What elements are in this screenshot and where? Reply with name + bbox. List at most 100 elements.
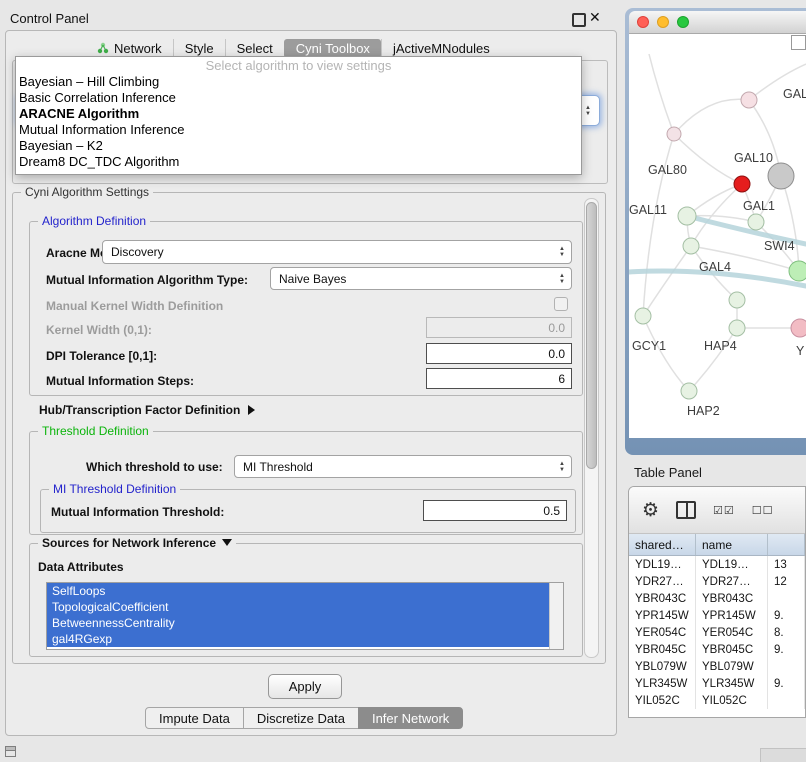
network-node[interactable] (681, 383, 697, 399)
algorithm-definition-group: Algorithm Definition Aracne Mode: Discov… (29, 221, 583, 396)
table-row[interactable]: YLR345WYLR345W9. (629, 675, 805, 692)
bottom-tab-infer-network[interactable]: Infer Network (358, 707, 463, 729)
table-row[interactable]: YBR045CYBR045C9. (629, 641, 805, 658)
algorithm-popup-list: Bayesian – Hill ClimbingBasic Correlatio… (16, 74, 581, 170)
close-traffic-light-icon[interactable] (637, 16, 649, 28)
mi-threshold-field[interactable]: 0.5 (423, 500, 567, 521)
bottom-tab-impute-data[interactable]: Impute Data (145, 707, 244, 729)
algorithm-popup-item[interactable]: Dream8 DC_TDC Algorithm (16, 154, 581, 170)
table-column-header[interactable]: name (696, 534, 768, 555)
combo-arrows-icon: ▲▼ (555, 246, 569, 258)
attribute-item[interactable]: TopologicalCoefficient (47, 599, 549, 615)
dpi-tolerance-field[interactable]: 0.0 (426, 343, 572, 364)
table-row[interactable]: YDL19…YDL19…13 (629, 556, 805, 573)
algorithm-popup: Select algorithm to view settings Bayesi… (15, 56, 582, 175)
threshold-definition-title: Threshold Definition (38, 424, 153, 438)
mi-steps-field[interactable]: 6 (426, 368, 572, 389)
table-cell: YBL079W (629, 658, 696, 675)
combo-arrows-icon: ▲▼ (555, 461, 569, 473)
algorithm-popup-item[interactable]: ARACNE Algorithm (16, 106, 581, 122)
algorithm-popup-item[interactable]: Basic Correlation Inference (16, 90, 581, 106)
panel-corner (760, 748, 806, 762)
table-column-header[interactable] (768, 534, 805, 555)
bottom-tab-bar: Impute DataDiscretize DataInfer Network (145, 707, 463, 729)
table-cell: YDR27… (629, 573, 696, 590)
float-window-icon[interactable] (572, 13, 586, 27)
gear-icon[interactable]: ⚙ (642, 501, 659, 520)
table-row[interactable]: YPR145WYPR145W9. (629, 607, 805, 624)
aracne-mode-combo[interactable]: Discovery ▲▼ (102, 240, 572, 264)
birdseye-toggle[interactable] (791, 35, 806, 50)
mi-type-label: Mutual Information Algorithm Type: (46, 273, 248, 287)
algorithm-popup-item[interactable]: Mutual Information Inference (16, 122, 581, 138)
tab-select[interactable]: Select (225, 39, 284, 58)
data-attributes-list[interactable]: SelfLoopsTopologicalCoefficientBetweenne… (46, 582, 564, 650)
attribute-item[interactable]: gal4RGexp (47, 631, 549, 647)
table-cell: YIL052C (629, 692, 696, 709)
tab-style[interactable]: Style (173, 39, 225, 58)
settings-group-title: Cyni Algorithm Settings (21, 185, 153, 199)
network-node[interactable] (791, 319, 806, 337)
tab-network[interactable]: Network (86, 39, 173, 58)
tab-cyni-toolbox[interactable]: Cyni Toolbox (284, 39, 381, 58)
network-canvas[interactable]: GAL80GAL10GAL11GAL1SWI4GAL4GCY1HAP4HAP2G… (629, 34, 806, 438)
network-node[interactable] (729, 292, 745, 308)
attribute-item[interactable]: BetweennessCentrality (47, 615, 549, 631)
table-cell: 8. (768, 624, 805, 641)
table-column-header[interactable]: shared… (629, 534, 696, 555)
table-row[interactable]: YDR27…YDR27…12 (629, 573, 805, 590)
which-threshold-combo[interactable]: MI Threshold ▲▼ (234, 455, 572, 478)
bottom-tab-discretize-data[interactable]: Discretize Data (243, 707, 359, 729)
which-threshold-label: Which threshold to use: (86, 460, 223, 474)
network-node[interactable] (748, 214, 764, 230)
table-cell: YPR145W (696, 607, 768, 624)
columns-icon[interactable] (676, 501, 696, 519)
table-panel-frame: ⚙ ☑☑ ☐☐ shared…name YDL19…YDL19…13YDR27…… (628, 486, 806, 718)
algorithm-popup-item[interactable]: Bayesian – K2 (16, 138, 581, 154)
table-cell: YER054C (629, 624, 696, 641)
hub-definition-label: Hub/Transcription Factor Definition (39, 403, 240, 417)
network-node[interactable] (768, 163, 794, 189)
settings-scrollbar-thumb[interactable] (586, 202, 597, 469)
network-node-label: GAL10 (734, 151, 773, 165)
network-node[interactable] (789, 261, 806, 281)
network-node-label: HAP4 (704, 339, 737, 353)
settings-scrollbar[interactable] (584, 198, 599, 658)
network-node-label: HAP2 (687, 404, 720, 418)
attribute-item[interactable]: SelfLoops (47, 583, 549, 599)
close-window-icon[interactable]: ✕ (589, 9, 601, 26)
sources-group-title[interactable]: Sources for Network Inference (38, 536, 236, 550)
mi-type-combo[interactable]: Naive Bayes ▲▼ (270, 267, 572, 290)
network-node[interactable] (667, 127, 681, 141)
attributes-scrollbar[interactable] (549, 583, 563, 649)
tab-jactivemnodules[interactable]: jActiveMNodules (381, 39, 501, 58)
cyni-algorithm-settings-group: Cyni Algorithm Settings Algorithm Defini… (12, 192, 606, 664)
network-node-label: GCY1 (632, 339, 666, 353)
network-node[interactable] (683, 238, 699, 254)
network-node[interactable] (678, 207, 696, 225)
network-tab-icon (97, 42, 109, 54)
table-row[interactable]: YIL052CYIL052C (629, 692, 805, 709)
docked-window-icon[interactable] (5, 746, 16, 757)
apply-button[interactable]: Apply (268, 674, 342, 699)
network-node[interactable] (734, 176, 750, 192)
table-row[interactable]: YBL079WYBL079W (629, 658, 805, 675)
kernel-width-field[interactable]: 0.0 (426, 317, 572, 338)
algorithm-popup-item[interactable]: Bayesian – Hill Climbing (16, 74, 581, 90)
network-node[interactable] (741, 92, 757, 108)
sources-group: Sources for Network Inference Data Attri… (29, 543, 583, 657)
manual-kernel-checkbox[interactable] (554, 297, 568, 311)
table-toolbar: ⚙ ☑☑ ☐☐ (629, 487, 805, 534)
deselect-all-columns-icon[interactable]: ☐☐ (752, 504, 774, 517)
mi-steps-label: Mutual Information Steps: (46, 374, 194, 388)
network-node[interactable] (729, 320, 745, 336)
table-cell: YBR043C (629, 590, 696, 607)
table-row[interactable]: YBR043CYBR043C (629, 590, 805, 607)
zoom-traffic-light-icon[interactable] (677, 16, 689, 28)
network-window-titlebar[interactable] (629, 11, 806, 34)
network-node[interactable] (635, 308, 651, 324)
select-all-columns-icon[interactable]: ☑☑ (713, 504, 735, 517)
minimize-traffic-light-icon[interactable] (657, 16, 669, 28)
table-row[interactable]: YER054CYER054C8. (629, 624, 805, 641)
hub-definition-toggle[interactable]: Hub/Transcription Factor Definition (39, 403, 255, 417)
